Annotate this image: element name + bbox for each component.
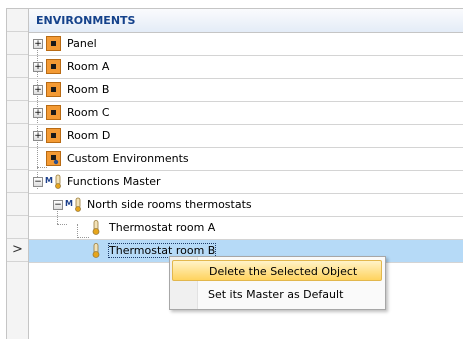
row-header-column: >	[7, 9, 29, 339]
column-header[interactable]: ENVIRONMENTS	[29, 9, 463, 33]
tree-node-panel[interactable]: + Panel	[29, 33, 463, 56]
room-icon	[46, 128, 61, 143]
tree-node-label: Room A	[67, 60, 110, 73]
collapse-button[interactable]: −	[53, 200, 63, 210]
tree-node-label: Room D	[67, 129, 111, 142]
tree-node-label: North side rooms thermostats	[87, 198, 252, 211]
collapse-button[interactable]: −	[33, 177, 43, 187]
tree-node-room-a[interactable]: + Room A	[29, 56, 463, 79]
tree-node-thermostat-room-a[interactable]: Thermostat room A	[29, 217, 463, 240]
tree-node-room-d[interactable]: + Room D	[29, 125, 463, 148]
tree-node-label: Functions Master	[67, 175, 161, 188]
svg-text:M: M	[65, 199, 73, 208]
set-master-default-menu-item[interactable]: Set its Master as Default	[172, 284, 382, 305]
thermometer-icon	[91, 220, 106, 235]
current-row-indicator[interactable]: >	[7, 239, 28, 262]
tree-node-label: Custom Environments	[67, 152, 189, 165]
expand-button[interactable]: +	[33, 85, 43, 95]
context-menu: Delete the Selected Object Set its Maste…	[169, 256, 386, 310]
column-header-title: ENVIRONMENTS	[36, 14, 136, 27]
tree-node-label: Room C	[67, 106, 110, 119]
panel-icon	[46, 36, 61, 51]
tree-node-room-c[interactable]: + Room C	[29, 102, 463, 125]
menu-item-label: Delete the Selected Object	[209, 265, 358, 278]
room-icon	[46, 59, 61, 74]
tree-node-custom-environments[interactable]: Custom Environments	[29, 148, 463, 171]
tree-node-label: Room B	[67, 83, 110, 96]
expand-button[interactable]: +	[33, 131, 43, 141]
svg-text:M: M	[45, 176, 53, 185]
menu-item-label: Set its Master as Default	[208, 288, 344, 301]
tree-node-label: Panel	[67, 37, 97, 50]
functions-master-icon: M	[45, 174, 61, 189]
expand-button[interactable]: +	[33, 62, 43, 72]
expand-button[interactable]: +	[33, 39, 43, 49]
thermometer-icon	[91, 243, 106, 258]
delete-selected-object-menu-item[interactable]: Delete the Selected Object	[172, 260, 382, 281]
row-pointer-icon: >	[12, 242, 23, 257]
tree-node-north-side-thermostats[interactable]: − M North side rooms thermostats	[29, 194, 463, 217]
expand-button[interactable]: +	[33, 108, 43, 118]
custom-environment-icon	[46, 151, 61, 166]
room-icon	[46, 105, 61, 120]
room-icon	[46, 82, 61, 97]
tree-node-functions-master[interactable]: − M Functions Master	[29, 171, 463, 194]
tree-node-label: Thermostat room A	[109, 221, 216, 234]
functions-master-icon: M	[65, 197, 81, 212]
tree-node-room-b[interactable]: + Room B	[29, 79, 463, 102]
